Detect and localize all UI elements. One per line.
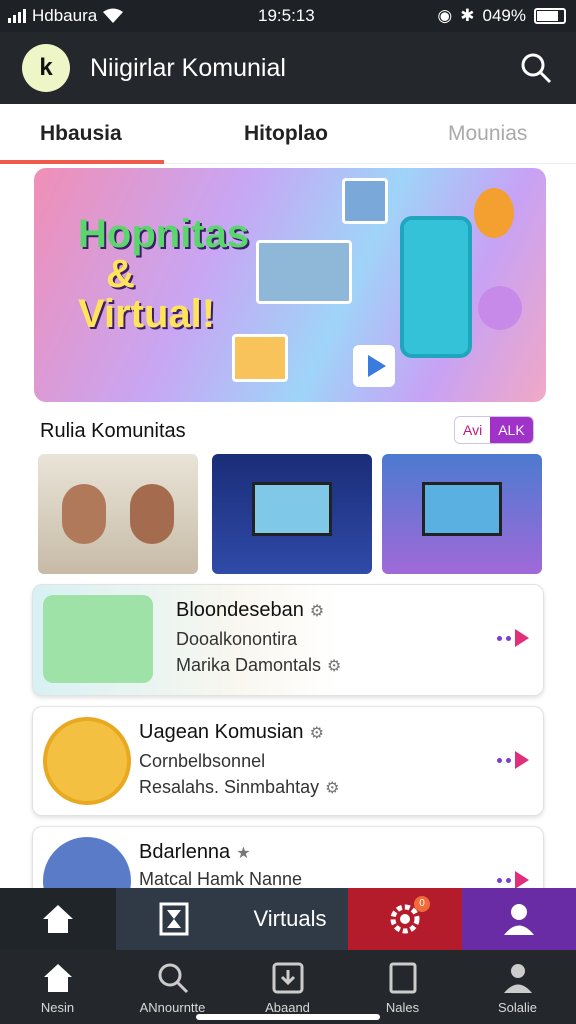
view-toggle[interactable]: Avi ALK [454,416,534,444]
star-icon: ★ [236,845,251,862]
bluetooth-icon: ✱ [460,6,475,25]
notification-badge: 0 [414,896,430,912]
play-icon [515,871,529,888]
play-button[interactable] [497,629,529,647]
app-logo[interactable]: k [22,44,70,92]
wifi-icon [103,8,124,23]
gear-icon: ⚙ [325,780,340,797]
clock: 19:5:13 [258,6,315,25]
card-subtitle: Matcal Hamk Nanne [139,869,303,888]
active-tab-indicator [0,160,164,164]
hero-ampersand: & [106,252,135,296]
carrier-label: Hdbaura [32,6,98,25]
nav-item-download[interactable]: Abaand [230,950,345,1024]
main-content[interactable]: Hbausia Hitoplao Mounias Hopnitas & Virt… [0,104,576,888]
signal-icon [8,9,26,23]
community-card[interactable]: Bdarlenna ★ Matcal Hamk Nanne [32,826,544,888]
search-icon [158,963,189,994]
battery-percent: 049% [482,6,526,25]
toggle-option-b[interactable]: ALK [490,417,533,443]
download-box-icon [272,962,304,994]
gear-icon: ⚙ [327,658,342,675]
play-icon [353,345,395,387]
nav-item-home[interactable]: Nesin [0,950,115,1024]
nav-item-profile[interactable]: Solalie [460,950,575,1024]
nav-label: Solalie [497,1000,538,1015]
card-title: Bloondeseban [176,599,304,621]
alarm-icon: ◉ [437,6,453,25]
play-icon [515,751,529,769]
nav-label: Nesin [40,1000,75,1015]
play-icon [515,629,529,647]
hero-photo-3 [232,334,288,382]
card-title: Uagean Komusian [139,721,304,743]
card-avatar [43,717,131,805]
card-meta: Marika Damontals [176,655,322,675]
card-avatar [43,595,153,683]
hero-photo-2 [342,178,388,224]
hero-photo-1 [256,240,352,304]
home-icon [43,905,73,933]
card-title: Bdarlenna [139,841,231,863]
profile-action[interactable] [462,888,576,950]
hourglass-icon [159,902,189,936]
community-thumbnail[interactable] [382,454,542,574]
card-subtitle: Dooalkonontira [176,629,298,649]
tab-home[interactable]: Hbausia [40,122,122,146]
card-avatar [43,837,131,888]
hero-headline-2: Virtual! [78,292,216,336]
community-thumbnail[interactable] [212,454,372,574]
nav-label: Nales [385,1000,420,1015]
tab-topics[interactable]: Hitoplao [244,122,328,146]
nav-label: Abaand [265,1000,310,1015]
user-icon [504,964,532,993]
play-button[interactable] [497,751,529,769]
battery-icon [534,8,566,24]
gear-icon: ⚙ [309,725,324,742]
mascot-illustration [474,188,514,238]
play-button[interactable] [497,871,529,888]
gear-icon: ⚙ [309,603,325,620]
section-title: Rulia Komunitas [40,420,186,442]
community-thumbnail[interactable] [38,454,198,574]
nav-label: ANnourntte [139,1000,206,1015]
virtuals-label[interactable]: Virtuals [232,888,348,950]
mascot-illustration-2 [478,286,522,330]
nav-item-pages[interactable]: Nales [345,950,460,1024]
action-bar: Virtuals 0 [0,888,576,950]
app-title: Niigirlar Komunial [90,54,286,82]
toggle-option-a[interactable]: Avi [455,417,491,443]
hero-headline-1: Hopnitas [78,212,250,256]
square-icon [389,962,417,994]
nav-item-search[interactable]: ANnourntte [115,950,230,1024]
hero-phone-illustration [400,216,472,358]
home-indicator[interactable] [196,1014,380,1020]
community-card[interactable]: Uagean Komusian ⚙ Cornbelbsonnel Resalahs… [32,706,544,816]
app-bar: k Niigirlar Komunial [0,32,576,104]
card-meta: Resalahs. Sinmbahtay [139,777,320,797]
bottom-navigation: Nesin ANnourntte Abaand Nales Solalie [0,950,576,1024]
community-card[interactable]: Bloondeseban ⚙ Dooalkonontira Marika Damo… [32,584,544,696]
card-subtitle: Cornbelbsonnel [139,751,266,771]
hourglass-action[interactable] [116,888,232,950]
tab-more[interactable]: Mounias [448,122,527,146]
user-icon [504,904,534,935]
search-icon[interactable] [520,52,552,84]
home-icon [44,964,72,992]
settings-action[interactable]: 0 [348,888,462,950]
hero-banner[interactable]: Hopnitas & Virtual! [34,168,546,402]
tab-bar: Hbausia Hitoplao Mounias [0,104,576,164]
status-bar: Hdbaura 19:5:13 ◉ ✱ 049% [0,0,576,32]
home-action[interactable] [0,888,116,950]
